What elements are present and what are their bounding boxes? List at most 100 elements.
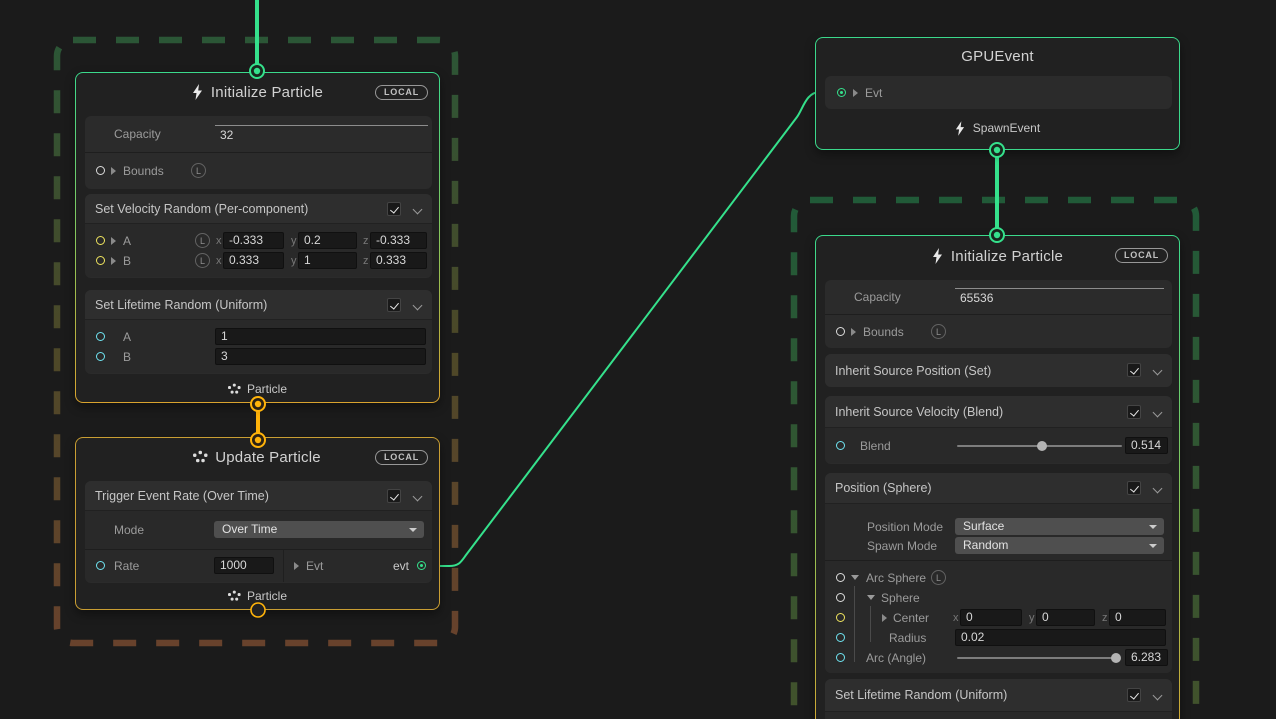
position-mode-dropdown[interactable]: Surface	[955, 518, 1164, 535]
expand-arrow-icon[interactable]	[294, 562, 299, 570]
block-set-velocity-random[interactable]: Set Velocity Random (Per-component) A L …	[85, 194, 432, 278]
capacity-value[interactable]: 65536	[960, 291, 993, 305]
capacity-value[interactable]: 32	[220, 128, 233, 142]
expand-arrow-icon[interactable]	[882, 614, 887, 622]
bounds-port[interactable]	[836, 327, 845, 336]
life-a-port[interactable]	[96, 332, 105, 341]
local-space-icon[interactable]: L	[195, 253, 210, 268]
radius-field[interactable]: 0.02	[955, 629, 1166, 646]
life-b-port[interactable]	[96, 352, 105, 361]
arc-sphere-port[interactable]	[836, 573, 845, 582]
vel-b-z-field[interactable]: 0.333	[370, 252, 427, 269]
life-b-field[interactable]: 3	[215, 348, 426, 365]
expand-arrow-icon[interactable]	[851, 328, 856, 336]
vel-a-z-field[interactable]: -0.333	[370, 232, 427, 249]
expand-arrow-icon[interactable]	[111, 257, 116, 265]
block-enabled-checkbox[interactable]	[387, 202, 401, 216]
flow-port-initialize-left-in[interactable]	[250, 64, 264, 78]
block-title: Set Lifetime Random (Uniform)	[95, 298, 267, 312]
block-title: Trigger Event Rate (Over Time)	[95, 489, 269, 503]
vfx-graph-canvas[interactable]: Initialize Particle LOCAL Capacity 32 Bo…	[0, 0, 1276, 719]
block-enabled-checkbox[interactable]	[1127, 363, 1141, 377]
edge-evt-to-gpuevent[interactable]	[428, 92, 834, 566]
block-trigger-event-rate[interactable]: Trigger Event Rate (Over Time) Mode Over…	[85, 481, 432, 583]
flow-port-update-out[interactable]	[251, 603, 265, 617]
collapse-chevron-icon[interactable]	[413, 492, 423, 502]
axis-x-label: x	[953, 612, 959, 624]
arc-slider[interactable]	[957, 657, 1120, 659]
block-inherit-source-position[interactable]: Inherit Source Position (Set)	[825, 354, 1172, 387]
expand-arrow-icon[interactable]	[111, 167, 116, 175]
block-enabled-checkbox[interactable]	[1127, 405, 1141, 419]
arc-field[interactable]: 6.283	[1125, 649, 1168, 666]
node-initialize-particle-left[interactable]: Initialize Particle LOCAL Capacity 32 Bo…	[75, 72, 440, 403]
axis-z-label: z	[1102, 612, 1108, 624]
collapse-chevron-icon[interactable]	[1153, 366, 1163, 376]
vel-b-x-field[interactable]: 0.333	[223, 252, 284, 269]
vel-b-row: B L x 0.333 y 1 z 0.333	[85, 251, 432, 271]
center-z-field[interactable]: 0	[1109, 609, 1166, 626]
vel-a-port[interactable]	[96, 236, 105, 245]
rate-field[interactable]: 1000	[214, 557, 274, 574]
local-badge: LOCAL	[375, 85, 428, 100]
collapse-chevron-icon[interactable]	[413, 205, 423, 215]
collapse-chevron-icon[interactable]	[1153, 408, 1163, 418]
arc-angle-port[interactable]	[836, 653, 845, 662]
center-x-field[interactable]: 0	[960, 609, 1022, 626]
foldout-arrow-icon[interactable]	[851, 575, 859, 580]
settings-box: Capacity 32 Bounds L	[85, 116, 432, 189]
vel-a-y-field[interactable]: 0.2	[298, 232, 357, 249]
node-initialize-particle-right[interactable]: Initialize Particle LOCAL Capacity 65536…	[815, 235, 1180, 719]
local-space-icon[interactable]: L	[931, 570, 946, 585]
flow-port-initialize-right-in[interactable]	[990, 228, 1004, 242]
vel-b-y-field[interactable]: 1	[298, 252, 357, 269]
node-gpuevent[interactable]: GPUEvent Evt SpawnEvent	[815, 37, 1180, 150]
evt-in-port[interactable]	[837, 88, 846, 97]
center-port[interactable]	[836, 613, 845, 622]
blend-slider-handle[interactable]	[1037, 441, 1047, 451]
flow-port-initialize-left-out[interactable]	[251, 397, 265, 411]
block-position-sphere[interactable]: Position (Sphere) Position Mode Surface …	[825, 473, 1172, 673]
arc-slider-handle[interactable]	[1111, 653, 1121, 663]
blend-field[interactable]: 0.514	[1125, 437, 1168, 454]
flow-port-gpuevent-out[interactable]	[990, 143, 1004, 157]
node-update-particle[interactable]: Update Particle LOCAL Trigger Event Rate…	[75, 437, 440, 610]
bounds-port[interactable]	[96, 166, 105, 175]
particle-output-label: Particle	[76, 588, 439, 604]
spawn-mode-dropdown[interactable]: Random	[955, 537, 1164, 554]
block-enabled-checkbox[interactable]	[1127, 481, 1141, 495]
collapse-chevron-icon[interactable]	[1153, 691, 1163, 701]
mode-dropdown[interactable]: Over Time	[214, 521, 424, 538]
evt-out-port[interactable]	[417, 561, 426, 570]
vel-a-row: A L x -0.333 y 0.2 z -0.333	[85, 231, 432, 251]
block-enabled-checkbox[interactable]	[387, 489, 401, 503]
foldout-arrow-icon[interactable]	[867, 595, 875, 600]
capacity-field-line	[955, 288, 1164, 289]
block-inherit-source-velocity[interactable]: Inherit Source Velocity (Blend) Blend 0.…	[825, 396, 1172, 464]
life-a-label: A	[123, 330, 131, 344]
local-space-icon[interactable]: L	[195, 233, 210, 248]
block-set-lifetime-random[interactable]: Set Lifetime Random (Uniform) A 1 B 3	[85, 290, 432, 374]
center-y-field[interactable]: 0	[1036, 609, 1095, 626]
collapse-chevron-icon[interactable]	[1153, 484, 1163, 494]
blend-port[interactable]	[836, 441, 845, 450]
vel-a-x-field[interactable]: -0.333	[223, 232, 284, 249]
collapse-chevron-icon[interactable]	[413, 301, 423, 311]
blend-slider[interactable]	[957, 445, 1122, 447]
local-space-icon[interactable]: L	[191, 163, 206, 178]
block-enabled-checkbox[interactable]	[387, 298, 401, 312]
local-space-icon[interactable]: L	[931, 324, 946, 339]
evt-out-label: evt	[393, 559, 409, 573]
sphere-port[interactable]	[836, 593, 845, 602]
life-a-field[interactable]: 1	[215, 328, 426, 345]
expand-arrow-icon[interactable]	[111, 237, 116, 245]
flow-port-update-in[interactable]	[251, 433, 265, 447]
radius-port[interactable]	[836, 633, 845, 642]
block-set-lifetime-random[interactable]: Set Lifetime Random (Uniform)	[825, 679, 1172, 719]
rate-port[interactable]	[96, 561, 105, 570]
expand-arrow-icon[interactable]	[853, 89, 858, 97]
arc-sphere-label: Arc Sphere	[866, 571, 926, 585]
rate-label: Rate	[114, 559, 139, 573]
vel-b-port[interactable]	[96, 256, 105, 265]
block-enabled-checkbox[interactable]	[1127, 688, 1141, 702]
